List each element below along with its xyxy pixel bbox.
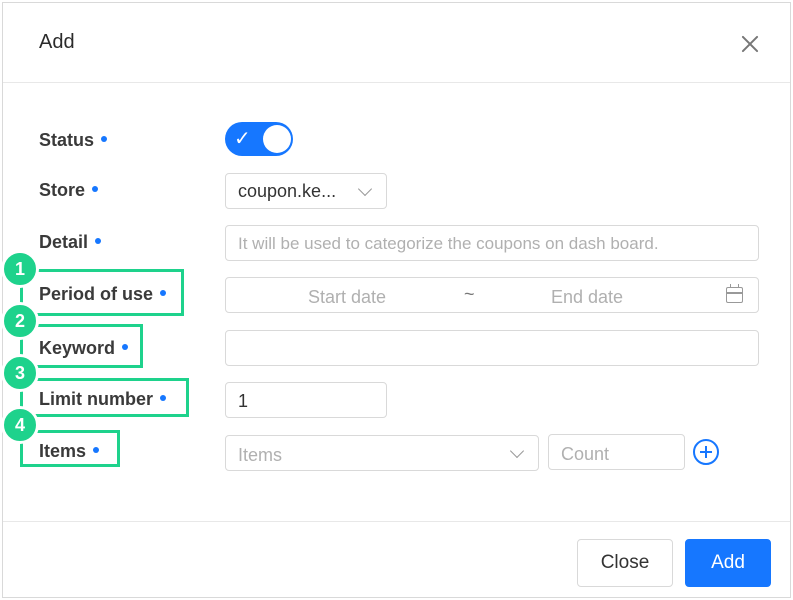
required-dot [92, 186, 99, 193]
required-dot [95, 238, 102, 245]
detail-label: Detail [39, 232, 102, 253]
close-icon[interactable] [739, 33, 761, 55]
toggle-knob [263, 125, 291, 153]
status-toggle[interactable]: ✓ [225, 122, 293, 156]
store-select[interactable]: coupon.ke... [225, 173, 387, 209]
chevron-down-icon [509, 443, 525, 459]
check-icon: ✓ [234, 128, 251, 150]
limit-number-value: 1 [238, 391, 249, 411]
plus-circle-icon[interactable] [693, 439, 719, 465]
required-dot [101, 136, 108, 143]
range-separator: ~ [464, 284, 475, 304]
annotation-badge-2: 2 [1, 302, 39, 340]
highlight-box-3 [20, 378, 189, 417]
detail-input[interactable]: It will be used to categorize the coupon… [225, 225, 759, 261]
end-date-input[interactable]: End date [551, 287, 623, 308]
annotation-badge-1: 1 [1, 250, 39, 288]
count-placeholder: Count [561, 444, 610, 464]
items-placeholder: Items [238, 445, 283, 465]
store-select-value: coupon.ke... [238, 181, 337, 201]
limit-number-input[interactable]: 1 [225, 382, 387, 418]
items-select[interactable]: Items [225, 435, 539, 471]
detail-label-text: Detail [39, 232, 89, 252]
period-range-picker[interactable]: Start date ~ End date [225, 277, 759, 313]
annotation-badge-3: 3 [1, 354, 39, 392]
store-label-text: Store [39, 180, 86, 200]
keyword-input[interactable] [225, 330, 759, 366]
add-button[interactable]: Add [685, 539, 771, 587]
store-label: Store [39, 180, 99, 201]
status-label-text: Status [39, 130, 95, 150]
start-date-input[interactable]: Start date [308, 287, 386, 308]
count-input[interactable]: Count [548, 434, 685, 470]
highlight-box-1 [20, 269, 184, 316]
close-button[interactable]: Close [577, 539, 673, 587]
detail-placeholder: It will be used to categorize the coupon… [238, 234, 659, 253]
status-label: Status [39, 130, 108, 151]
dialog-title: Add [39, 31, 75, 53]
dialog-header: Add [3, 3, 790, 83]
annotation-badge-4: 4 [1, 406, 39, 444]
highlight-box-2 [20, 324, 143, 368]
chevron-down-icon [357, 181, 373, 197]
calendar-icon [726, 284, 743, 303]
footer-divider [3, 521, 790, 522]
